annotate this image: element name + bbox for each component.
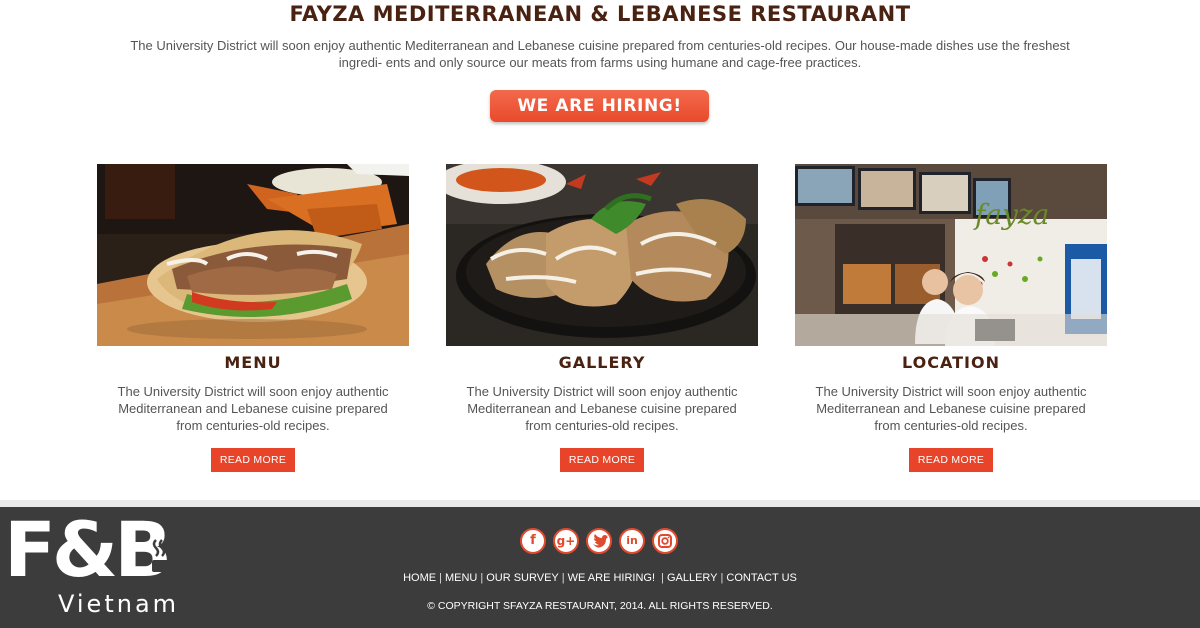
card-gallery: GALLERY The University District will soo…: [446, 164, 758, 472]
footer-link-we-are-hiring[interactable]: WE ARE HIRING!: [568, 572, 655, 584]
coffee-cup-icon: [152, 539, 178, 572]
read-more-button[interactable]: READ MORE: [211, 448, 295, 472]
footer-link-contact-us[interactable]: CONTACT US: [726, 572, 797, 584]
card-title: GALLERY: [558, 353, 646, 372]
page-title: FAYZA MEDITERRANEAN & LEBANESE RESTAURAN…: [289, 2, 911, 26]
svg-text:fayza: fayza: [973, 198, 1049, 231]
watermark-subtitle: Vietnam: [58, 590, 180, 618]
section-divider: [0, 500, 1200, 507]
shawarma-pita-photo[interactable]: [97, 164, 409, 346]
twitter-icon[interactable]: [586, 528, 612, 554]
card-title: MENU: [224, 353, 282, 372]
fb-vietnam-watermark: F&B Vietnam: [0, 510, 200, 620]
facebook-icon[interactable]: f: [520, 528, 546, 554]
we-are-hiring-button[interactable]: WE ARE HIRING!: [490, 90, 709, 122]
instagram-icon[interactable]: [652, 528, 678, 554]
read-more-button[interactable]: READ MORE: [560, 448, 644, 472]
card-description: The University District will soon enjoy …: [815, 384, 1087, 433]
card-title: LOCATION: [902, 353, 1000, 372]
footer-link-our-survey[interactable]: OUR SURVEY: [486, 572, 559, 584]
footer-link-home[interactable]: HOME: [403, 572, 436, 584]
card-menu: MENU The University District will soon e…: [97, 164, 409, 472]
linkedin-icon[interactable]: in: [619, 528, 645, 554]
footer-link-gallery[interactable]: GALLERY: [667, 572, 718, 584]
card-description: The University District will soon enjoy …: [117, 384, 389, 433]
restaurant-counter-photo[interactable]: fayza: [795, 164, 1107, 346]
watermark-brand: F&B: [4, 505, 172, 594]
social-links: f g+ in: [520, 528, 682, 554]
shawarma-plate-photo[interactable]: [446, 164, 758, 346]
read-more-button[interactable]: READ MORE: [909, 448, 993, 472]
card-description: The University District will soon enjoy …: [466, 384, 738, 433]
footer-link-menu[interactable]: MENU: [445, 572, 477, 584]
google-plus-icon[interactable]: g+: [553, 528, 579, 554]
hero-description: The University District will soon enjoy …: [130, 38, 1070, 70]
card-location: fayza LOCATION The University District w…: [795, 164, 1107, 472]
